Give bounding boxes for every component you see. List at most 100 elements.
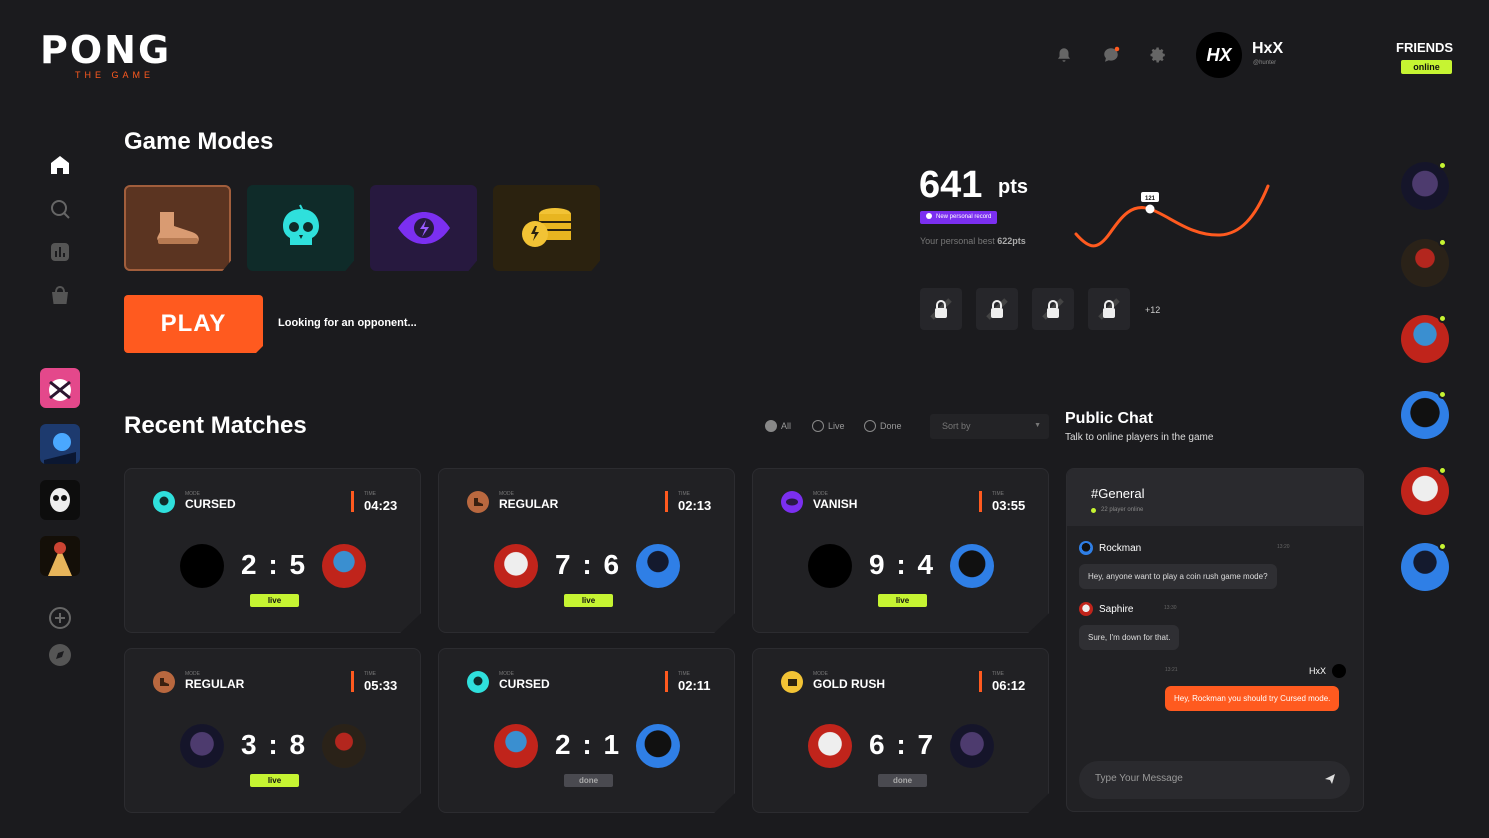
filter-live[interactable]: Live [812, 420, 845, 432]
skull-icon [467, 671, 489, 693]
chat-icon[interactable] [1102, 46, 1120, 69]
match-card-3[interactable]: MODE VANISH TIME 03:55 9 : 4 live [752, 468, 1049, 633]
match-mode: CURSED [185, 497, 236, 511]
mode-vanish[interactable] [370, 185, 477, 271]
match-card-4[interactable]: MODE REGULAR TIME 05:33 3 : 8 live [124, 648, 421, 813]
message-author[interactable]: Rockman [1079, 541, 1141, 555]
player-avatar[interactable] [180, 544, 224, 588]
message-author[interactable]: HxX [1309, 664, 1347, 678]
match-score: 2 : 1 [554, 729, 622, 760]
time-divider [665, 491, 668, 512]
message-time: 13:20 [1277, 544, 1290, 550]
match-card-1[interactable]: MODE CURSED TIME 04:23 2 : 5 live [124, 468, 421, 633]
game-modes-heading: Game Modes [124, 128, 274, 155]
status-badge: live [250, 594, 299, 607]
online-dot-icon [1438, 466, 1447, 475]
send-icon[interactable] [1324, 773, 1336, 788]
time-divider [351, 491, 354, 512]
achievement-locked-3[interactable] [1032, 288, 1074, 330]
opponent-avatar[interactable] [950, 544, 994, 588]
game-server-3[interactable] [40, 480, 80, 520]
stats-icon[interactable] [48, 240, 72, 269]
match-card-2[interactable]: MODE REGULAR TIME 02:13 7 : 6 live [438, 468, 735, 633]
match-time: 03:55 [992, 498, 1026, 513]
chat-panel: #General 22 player online Rockman 13:20 … [1066, 468, 1364, 812]
opponent-avatar[interactable] [636, 724, 680, 768]
channel-name[interactable]: #General [1091, 486, 1144, 501]
add-server-icon[interactable] [48, 606, 72, 635]
explore-icon[interactable] [48, 643, 72, 672]
personal-best-label: Your personal best [920, 236, 995, 246]
match-mode: REGULAR [185, 677, 245, 691]
match-card-5[interactable]: MODE CURSED TIME 02:11 2 : 1 done [438, 648, 735, 813]
game-server-2[interactable] [40, 424, 80, 464]
skull-icon [153, 491, 175, 513]
opponent-avatar[interactable] [950, 724, 994, 768]
achievement-locked-4[interactable] [1088, 288, 1130, 330]
points-value: 641 [919, 164, 983, 206]
match-score: 7 : 6 [554, 549, 622, 580]
mode-cursed[interactable] [247, 185, 354, 271]
mode-regular[interactable] [124, 185, 231, 271]
record-badge: New personal record [920, 211, 998, 224]
play-button[interactable]: PLAY [124, 295, 263, 353]
time-label: TIME [992, 491, 1004, 497]
game-server-1[interactable] [40, 368, 80, 408]
radio-icon [812, 420, 824, 432]
time-divider [351, 671, 354, 692]
message-input[interactable]: Type Your Message [1079, 761, 1350, 799]
time-label: TIME [678, 671, 690, 677]
user-avatar[interactable]: HX [1196, 32, 1242, 78]
achievement-locked-2[interactable] [976, 288, 1018, 330]
match-card-6[interactable]: MODE GOLD RUSH TIME 06:12 6 : 7 done [752, 648, 1049, 813]
filter-done[interactable]: Done [864, 420, 902, 432]
eye-icon [781, 491, 803, 513]
online-dot-icon [1438, 161, 1447, 170]
lock-icon [1042, 298, 1064, 320]
opponent-avatar[interactable] [322, 724, 366, 768]
friends-title: FRIENDS [1396, 40, 1454, 55]
status-badge: done [878, 774, 927, 787]
match-mode: GOLD RUSH [813, 677, 885, 691]
message-time: 13:21 [1165, 667, 1178, 673]
opponent-avatar[interactable] [322, 544, 366, 588]
shop-icon[interactable] [48, 284, 72, 313]
friends-online-filter[interactable]: online [1401, 60, 1452, 74]
radio-icon [765, 420, 777, 432]
match-time: 04:23 [364, 498, 398, 513]
gear-icon[interactable] [1149, 46, 1167, 69]
message-author[interactable]: Saphire [1079, 602, 1133, 616]
bell-icon[interactable] [1055, 46, 1073, 69]
player-avatar[interactable] [180, 724, 224, 768]
logo-title[interactable]: PONG [40, 28, 171, 72]
match-time: 05:33 [364, 678, 398, 693]
achievement-locked-1[interactable] [920, 288, 962, 330]
match-score: 9 : 4 [868, 549, 936, 580]
player-avatar[interactable] [494, 724, 538, 768]
time-label: TIME [364, 671, 376, 677]
more-achievements[interactable]: +12 [1145, 305, 1160, 315]
record-badge-text: New personal record [936, 214, 992, 220]
online-count-text: 22 player online [1101, 507, 1144, 513]
search-icon[interactable] [48, 197, 72, 226]
user-avatar-initials: HX [1206, 44, 1232, 65]
lock-icon [1098, 298, 1120, 320]
author-name: HxX [1309, 666, 1327, 676]
player-avatar[interactable] [808, 724, 852, 768]
match-time: 02:11 [678, 678, 711, 693]
player-avatar[interactable] [494, 544, 538, 588]
filter-all[interactable]: All [765, 420, 791, 432]
mode-gold-rush[interactable] [493, 185, 600, 271]
player-avatar[interactable] [808, 544, 852, 588]
username[interactable]: HxX [1252, 40, 1283, 58]
time-divider [979, 491, 982, 512]
match-mode: VANISH [813, 497, 858, 511]
radio-icon [864, 420, 876, 432]
game-server-4[interactable] [40, 536, 80, 576]
message-time: 13:30 [1164, 605, 1177, 611]
sort-dropdown[interactable]: Sort by ▼ [930, 414, 1049, 439]
home-icon[interactable] [48, 153, 72, 182]
opponent-avatar[interactable] [636, 544, 680, 588]
match-score: 3 : 8 [240, 729, 308, 760]
message-bubble: Hey, Rockman you should try Cursed mode. [1165, 686, 1340, 711]
